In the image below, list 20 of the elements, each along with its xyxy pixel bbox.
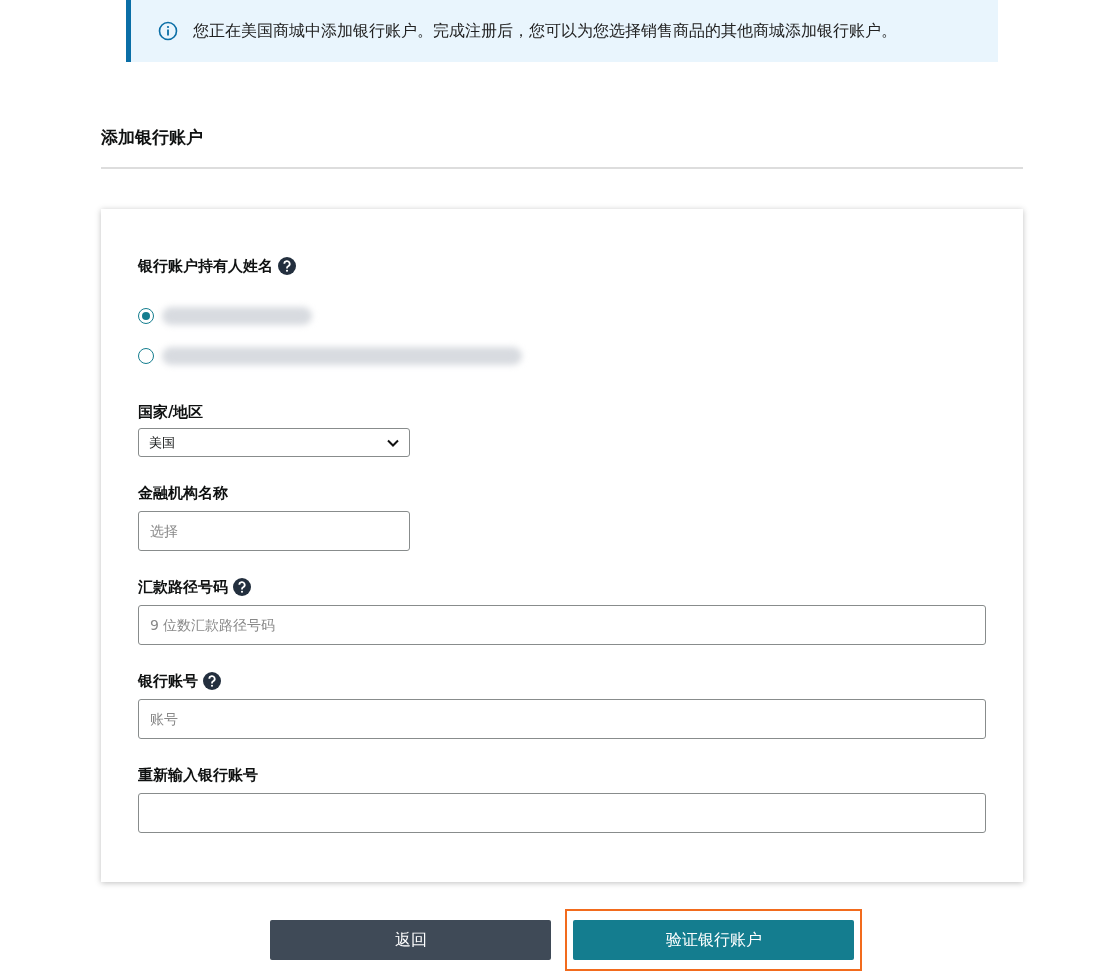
field-label: 金融机构名称 (138, 483, 228, 503)
input-field[interactable] (138, 793, 986, 833)
field-label: 银行账号 (138, 671, 198, 691)
chevron-down-icon (387, 438, 399, 447)
back-button[interactable]: 返回 (270, 920, 551, 960)
input-field[interactable]: 账号 (138, 699, 986, 739)
section-title: 添加银行账户 (101, 126, 204, 149)
help-icon[interactable] (278, 257, 296, 275)
field-label: 重新输入银行账号 (138, 765, 258, 785)
input-field[interactable]: 9 位数汇款路径号码 (138, 605, 986, 645)
institution-field[interactable]: 选择 (138, 511, 410, 551)
field-label: 汇款路径号码 (138, 577, 228, 597)
country-dropdown[interactable]: 美国 (138, 428, 410, 457)
help-icon[interactable] (233, 578, 251, 596)
field-label: 国家/地区 (138, 402, 204, 422)
info-message: 您正在美国商城中添加银行账户。完成注册后，您可以为您选择销售商品的其他商城添加银行账户。 (193, 20, 897, 42)
info-icon (158, 21, 178, 41)
verify-button[interactable]: 验证银行账户 (573, 920, 854, 960)
field-label: 银行账户持有人姓名 (138, 256, 273, 276)
help-icon[interactable] (203, 672, 221, 690)
